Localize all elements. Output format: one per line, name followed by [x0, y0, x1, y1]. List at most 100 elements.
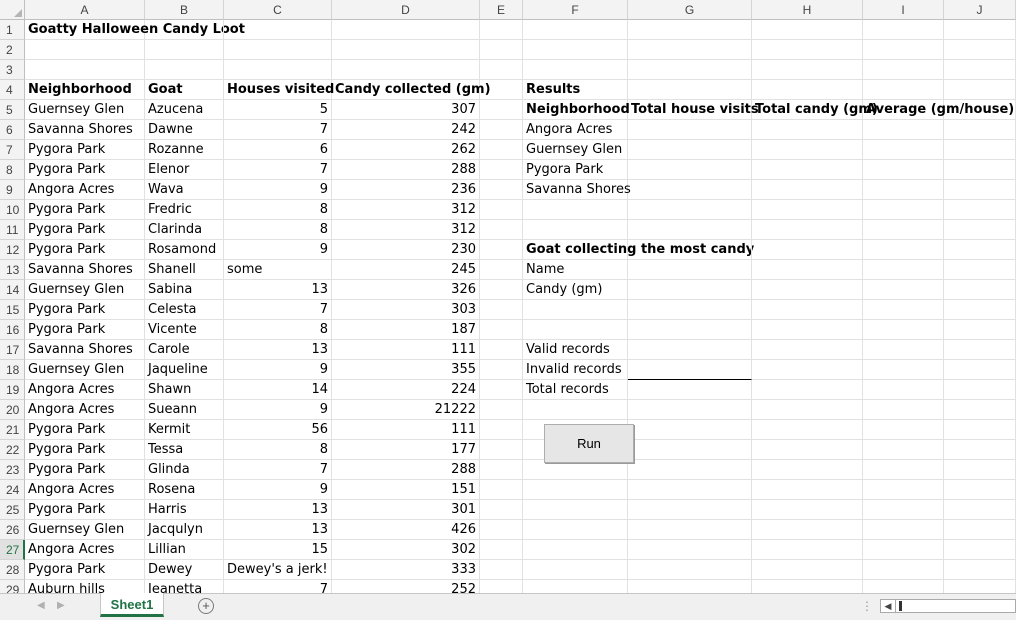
cell-e3[interactable] [480, 60, 523, 80]
cell-a8[interactable]: Pygora Park [25, 160, 145, 180]
row-header-10[interactable]: 10 [0, 200, 25, 220]
cell-h20[interactable] [752, 400, 863, 420]
cell-f3[interactable] [523, 60, 628, 80]
row-header-26[interactable]: 26 [0, 520, 25, 540]
row-header-16[interactable]: 16 [0, 320, 25, 340]
prev-sheet-icon[interactable]: ◀ [37, 600, 45, 611]
cell-h21[interactable] [752, 420, 863, 440]
cell-i5[interactable]: Average (gm/house) [863, 100, 1014, 120]
row-header-6[interactable]: 6 [0, 120, 25, 140]
row-header-14[interactable]: 14 [0, 280, 25, 300]
cell-h25[interactable] [752, 500, 863, 520]
cell-e26[interactable] [480, 520, 523, 540]
cell-d9[interactable]: 236 [332, 180, 480, 200]
cell-h14[interactable] [752, 280, 863, 300]
cell-a27[interactable]: Angora Acres [25, 540, 145, 560]
cell-c26[interactable]: 13 [224, 520, 332, 540]
cell-i16[interactable] [863, 320, 944, 340]
cell-d12[interactable]: 230 [332, 240, 480, 260]
cell-c16[interactable]: 8 [224, 320, 332, 340]
cell-g4[interactable] [628, 80, 752, 100]
cell-f12[interactable]: Goat collecting the most candy [523, 240, 754, 260]
column-header-a[interactable]: A [25, 0, 145, 20]
cell-a13[interactable]: Savanna Shores [25, 260, 145, 280]
cell-b23[interactable]: Glinda [145, 460, 224, 480]
cell-f27[interactable] [523, 540, 628, 560]
cell-d4[interactable]: Candy collected (gm) [332, 80, 491, 100]
cell-h29[interactable] [752, 580, 863, 593]
row-header-18[interactable]: 18 [0, 360, 25, 380]
cell-c19[interactable]: 14 [224, 380, 332, 400]
cell-d15[interactable]: 303 [332, 300, 480, 320]
cell-a5[interactable]: Guernsey Glen [25, 100, 145, 120]
row-header-25[interactable]: 25 [0, 500, 25, 520]
cell-a15[interactable]: Pygora Park [25, 300, 145, 320]
cell-e13[interactable] [480, 260, 523, 280]
cell-g28[interactable] [628, 560, 752, 580]
cell-e9[interactable] [480, 180, 523, 200]
cell-j23[interactable] [944, 460, 1016, 480]
cell-g10[interactable] [628, 200, 752, 220]
cell-i4[interactable] [863, 80, 944, 100]
cell-b18[interactable]: Jaqueline [145, 360, 224, 380]
row-header-3[interactable]: 3 [0, 60, 25, 80]
cell-e14[interactable] [480, 280, 523, 300]
cell-a11[interactable]: Pygora Park [25, 220, 145, 240]
column-header-j[interactable]: J [944, 0, 1016, 20]
cell-i26[interactable] [863, 520, 944, 540]
cell-b6[interactable]: Dawne [145, 120, 224, 140]
cell-f26[interactable] [523, 520, 628, 540]
cell-h5[interactable]: Total candy (gm) [752, 100, 878, 120]
cell-d1[interactable] [332, 20, 480, 40]
cell-e10[interactable] [480, 200, 523, 220]
cell-g3[interactable] [628, 60, 752, 80]
cell-d20[interactable]: 21222 [332, 400, 480, 420]
cell-i14[interactable] [863, 280, 944, 300]
cell-b17[interactable]: Carole [145, 340, 224, 360]
cell-j8[interactable] [944, 160, 1016, 180]
row-header-21[interactable]: 21 [0, 420, 25, 440]
cell-j19[interactable] [944, 380, 1016, 400]
cell-f17[interactable]: Valid records [523, 340, 628, 360]
cell-j6[interactable] [944, 120, 1016, 140]
cell-f11[interactable] [523, 220, 628, 240]
cell-d3[interactable] [332, 60, 480, 80]
cell-h19[interactable] [752, 380, 863, 400]
column-header-d[interactable]: D [332, 0, 480, 20]
cell-j3[interactable] [944, 60, 1016, 80]
cell-f23[interactable] [523, 460, 628, 480]
cell-d11[interactable]: 312 [332, 220, 480, 240]
cell-c4[interactable]: Houses visited [224, 80, 334, 100]
cell-c14[interactable]: 13 [224, 280, 332, 300]
cell-j20[interactable] [944, 400, 1016, 420]
scrollbar-thumb[interactable] [899, 601, 902, 611]
cell-d17[interactable]: 111 [332, 340, 480, 360]
cell-c22[interactable]: 8 [224, 440, 332, 460]
cell-i12[interactable] [863, 240, 944, 260]
cell-j1[interactable] [944, 20, 1016, 40]
cell-h4[interactable] [752, 80, 863, 100]
cell-a21[interactable]: Pygora Park [25, 420, 145, 440]
column-header-h[interactable]: H [752, 0, 863, 20]
cell-j5[interactable] [944, 100, 1016, 120]
cell-e4[interactable] [480, 80, 523, 100]
cell-d28[interactable]: 333 [332, 560, 480, 580]
cell-b29[interactable]: Jeanetta [145, 580, 224, 593]
cell-j26[interactable] [944, 520, 1016, 540]
cell-c5[interactable]: 5 [224, 100, 332, 120]
cell-g5[interactable]: Total house visits [628, 100, 759, 120]
cell-i15[interactable] [863, 300, 944, 320]
cell-j22[interactable] [944, 440, 1016, 460]
row-header-1[interactable]: 1 [0, 20, 25, 40]
cell-i20[interactable] [863, 400, 944, 420]
column-header-g[interactable]: G [628, 0, 752, 20]
cell-i22[interactable] [863, 440, 944, 460]
row-header-28[interactable]: 28 [0, 560, 25, 580]
cell-h27[interactable] [752, 540, 863, 560]
cell-j13[interactable] [944, 260, 1016, 280]
cell-f14[interactable]: Candy (gm) [523, 280, 628, 300]
cell-i27[interactable] [863, 540, 944, 560]
cell-h7[interactable] [752, 140, 863, 160]
cell-g22[interactable] [628, 440, 752, 460]
cell-i2[interactable] [863, 40, 944, 60]
